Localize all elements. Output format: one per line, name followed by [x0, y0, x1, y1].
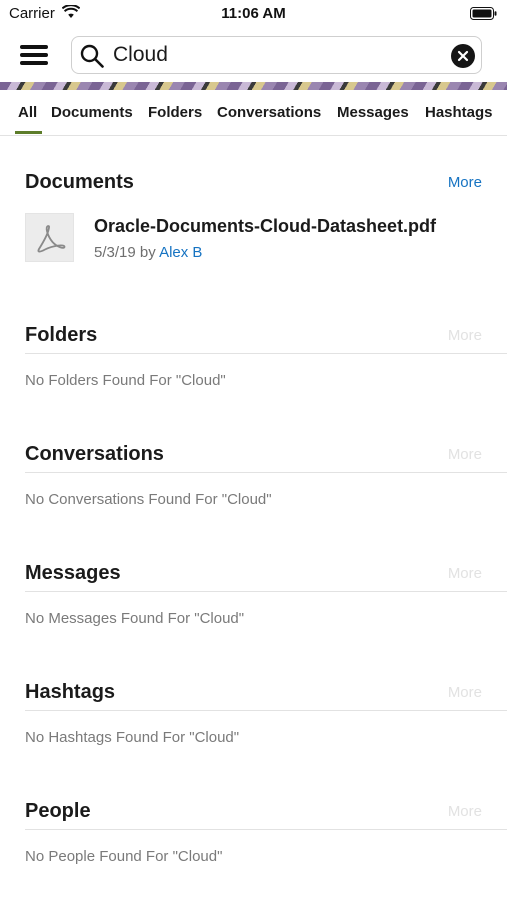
header [0, 28, 507, 82]
search-icon [80, 44, 104, 68]
tab-conversations[interactable]: Conversations [217, 104, 321, 121]
battery-icon [470, 7, 497, 20]
document-item[interactable]: Oracle-Documents-Cloud-Datasheet.pdf 5/3… [25, 213, 495, 267]
documents-section-title: Documents [25, 171, 134, 193]
section-divider [25, 353, 507, 354]
document-by-label: by [139, 244, 156, 261]
hashtags-empty-message: No Hashtags Found For "Cloud" [25, 729, 240, 746]
section-divider [25, 710, 507, 711]
selected-tab-indicator [15, 131, 42, 134]
section-divider [25, 829, 507, 830]
section-divider [25, 472, 507, 473]
people-section-title: People [25, 800, 91, 822]
clear-icon[interactable] [451, 44, 475, 68]
tab-bar: All Documents Folders Conversations Mess… [0, 90, 507, 136]
tab-all[interactable]: All [18, 104, 37, 121]
tab-messages[interactable]: Messages [337, 104, 409, 121]
messages-section-title: Messages [25, 562, 121, 584]
status-bar: Carrier 11:06 AM [0, 0, 507, 28]
people-section-header: People More [25, 800, 507, 838]
document-name: Oracle-Documents-Cloud-Datasheet.pdf [94, 216, 437, 236]
clock: 11:06 AM [221, 5, 286, 22]
hashtags-section-title: Hashtags [25, 681, 116, 703]
hamburger-menu-icon[interactable] [20, 42, 48, 66]
folders-section-header: Folders More [25, 324, 507, 362]
hashtags-more-link: More [447, 684, 482, 701]
search-box[interactable] [71, 36, 482, 74]
folders-section-title: Folders [25, 324, 98, 346]
search-input[interactable] [113, 40, 433, 70]
messages-more-link: More [447, 565, 482, 582]
people-empty-message: No People Found For "Cloud" [25, 848, 223, 865]
hashtags-section-header: Hashtags More [25, 681, 507, 719]
header-banner-image [0, 82, 507, 90]
documents-more-link[interactable]: More [448, 174, 482, 191]
section-divider [25, 591, 507, 592]
conversations-more-link: More [447, 446, 482, 463]
document-author-link[interactable]: Alex B [159, 244, 202, 261]
conversations-empty-message: No Conversations Found For "Cloud" [25, 491, 272, 508]
documents-section-header: Documents More [25, 171, 507, 209]
messages-section-header: Messages More [25, 562, 507, 600]
conversations-section-title: Conversations [25, 443, 164, 465]
tab-hashtags[interactable]: Hashtags [425, 104, 493, 121]
document-date: 5/3/19 [94, 244, 136, 261]
messages-empty-message: No Messages Found For "Cloud" [25, 610, 245, 627]
folders-empty-message: No Folders Found For "Cloud" [25, 372, 226, 389]
document-meta: 5/3/19 by Alex B [94, 244, 202, 261]
people-more-link: More [447, 803, 482, 820]
tab-folders[interactable]: Folders [148, 104, 202, 121]
pdf-icon [25, 213, 74, 262]
conversations-section-header: Conversations More [25, 443, 507, 481]
tab-documents[interactable]: Documents [51, 104, 133, 121]
clear-x-glyph [457, 50, 469, 62]
folders-more-link: More [447, 327, 482, 344]
